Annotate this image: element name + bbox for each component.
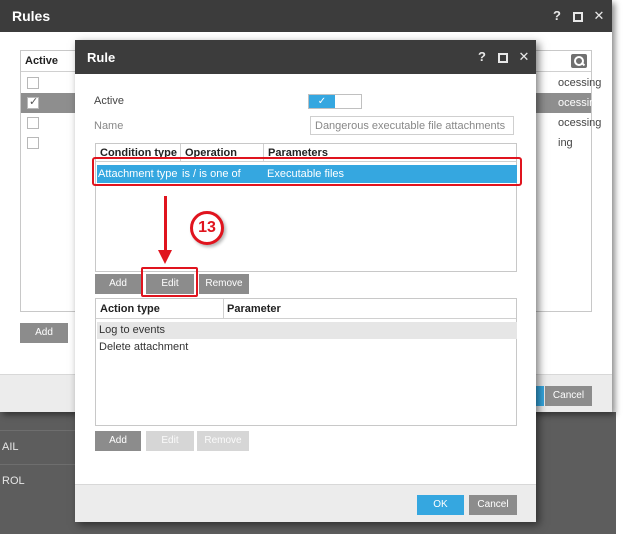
close-icon[interactable]: ✕ (593, 8, 605, 23)
parameter-header[interactable]: Parameter (227, 303, 281, 315)
close-icon[interactable]: ✕ (518, 49, 530, 64)
active-column-header[interactable]: Active (25, 55, 58, 67)
rule-dialog-footer: OK Cancel (75, 484, 536, 522)
active-toggle[interactable]: ✓ (308, 94, 362, 109)
cancel-button[interactable]: Cancel (545, 386, 592, 406)
highlight-selected-condition (92, 157, 522, 186)
annotation-arrow (164, 196, 167, 252)
rule-type-cell: ocessing (558, 97, 602, 109)
cancel-button[interactable]: Cancel (469, 495, 517, 515)
action-type-header[interactable]: Action type (100, 303, 160, 315)
highlight-edit-button (141, 267, 198, 297)
action-type-cell: Delete attachment (99, 341, 189, 353)
rule-type-cell: ocessing (558, 117, 602, 129)
arrow-down-icon (158, 250, 172, 264)
remove-action-button[interactable]: Remove (197, 431, 249, 451)
active-checkbox[interactable] (27, 77, 39, 89)
background-nav-item[interactable]: ROL (0, 464, 76, 496)
add-condition-button[interactable]: Add (95, 274, 141, 294)
rule-dialog-title: Rule (87, 50, 116, 65)
edit-action-button[interactable]: Edit (146, 431, 194, 451)
action-type-cell: Log to events (99, 324, 166, 336)
check-icon: ✓ (309, 95, 335, 108)
remove-condition-button[interactable]: Remove (199, 274, 249, 294)
add-action-button[interactable]: Add (95, 431, 141, 451)
rule-type-cell: ocessing (558, 77, 602, 89)
active-checkbox[interactable] (27, 117, 39, 129)
active-label: Active (94, 95, 124, 107)
step-number-badge: 13 (190, 211, 224, 245)
background-nav-item[interactable]: AIL (0, 430, 76, 462)
actions-grid: Action type Parameter Log to events Dele… (95, 298, 517, 426)
maximize-icon[interactable] (497, 49, 509, 64)
rules-window-title: Rules (12, 8, 51, 24)
active-checkbox[interactable] (27, 95, 39, 109)
name-field[interactable]: Dangerous executable file attachments (310, 116, 514, 135)
rules-window-titlebar: Rules ? ✕ (0, 0, 612, 32)
active-checkbox[interactable] (27, 137, 39, 149)
add-rule-button[interactable]: Add (20, 323, 68, 343)
ok-button[interactable]: OK (417, 495, 464, 515)
table-row[interactable]: Delete attachment (97, 339, 517, 356)
name-label: Name (94, 120, 124, 132)
search-icon[interactable] (571, 54, 587, 68)
maximize-icon[interactable] (572, 8, 584, 23)
column-divider (223, 299, 224, 319)
table-row[interactable]: Log to events (97, 322, 517, 339)
actions-grid-header: Action type Parameter (96, 299, 516, 319)
rule-dialog-titlebar: Rule ? ✕ (75, 40, 536, 74)
help-icon[interactable]: ? (476, 49, 488, 64)
rule-type-cell: ing (558, 137, 573, 149)
help-icon[interactable]: ? (551, 8, 563, 23)
rule-dialog: Rule ? ✕ Active ✓ Name Dangerous executa… (75, 40, 536, 522)
